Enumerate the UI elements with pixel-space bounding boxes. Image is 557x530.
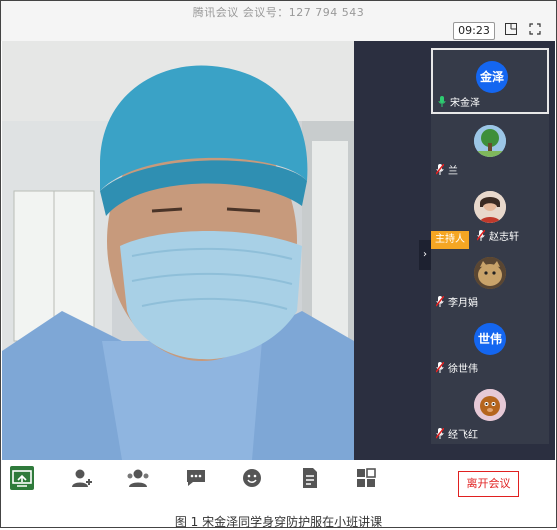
document-icon[interactable] (298, 466, 322, 490)
participant-tile[interactable]: 金泽 宋金泽 (431, 48, 549, 114)
photo-avatar-icon (474, 191, 506, 223)
screen-share-icon[interactable] (10, 466, 34, 490)
invite-icon[interactable] (70, 466, 94, 490)
host-badge: 主持人 (431, 231, 469, 249)
participant-name: 经飞红 (448, 430, 478, 441)
mic-on-icon (438, 96, 446, 107)
leave-meeting-button[interactable]: 离开会议 (458, 471, 519, 497)
avatar (474, 191, 506, 223)
speaker-video-frame (2, 41, 354, 460)
participant-name: 兰 (448, 166, 458, 177)
apps-icon[interactable] (354, 466, 378, 490)
participant-name: 赵志轩 (489, 232, 519, 243)
avatar: 世伟 (474, 323, 506, 355)
avatar (474, 125, 506, 157)
participant-name: 宋金泽 (450, 98, 480, 109)
participant-tile[interactable]: 李月娟 (431, 246, 549, 312)
meeting-title: 腾讯会议 会议号：127 794 543 (192, 6, 365, 19)
participants-icon[interactable] (126, 466, 150, 490)
participant-tile[interactable]: 兰 (431, 114, 549, 180)
meeting-timer: 09:23 (453, 22, 495, 40)
collapse-panel-button[interactable]: › (419, 240, 431, 270)
mic-muted-icon (436, 164, 444, 175)
avatar (474, 389, 506, 421)
participant-tile[interactable]: 经飞红 (431, 378, 549, 444)
mic-muted-icon (477, 230, 485, 241)
layout-icon[interactable] (505, 23, 517, 35)
avatar (474, 257, 506, 289)
reaction-icon[interactable] (240, 466, 264, 490)
title-bar: 腾讯会议 会议号：127 794 543 09:23 (1, 1, 556, 41)
avatar: 金泽 (476, 61, 508, 93)
tree-avatar-icon (474, 125, 506, 157)
figure-caption: 图 1 宋金泽同学身穿防护服在小班讲课 (174, 515, 383, 529)
mic-muted-icon (436, 296, 444, 307)
main-video (2, 41, 354, 460)
participant-tile[interactable]: 世伟 徐世伟 (431, 312, 549, 378)
participant-name: 李月娟 (448, 298, 478, 309)
fullscreen-icon[interactable] (529, 23, 541, 35)
participant-name: 徐世伟 (448, 364, 478, 375)
cat-avatar-icon (474, 257, 506, 289)
chat-icon[interactable] (184, 466, 208, 490)
mic-muted-icon (436, 428, 444, 439)
cartoon-avatar-icon (474, 389, 506, 421)
mic-muted-icon (436, 362, 444, 373)
